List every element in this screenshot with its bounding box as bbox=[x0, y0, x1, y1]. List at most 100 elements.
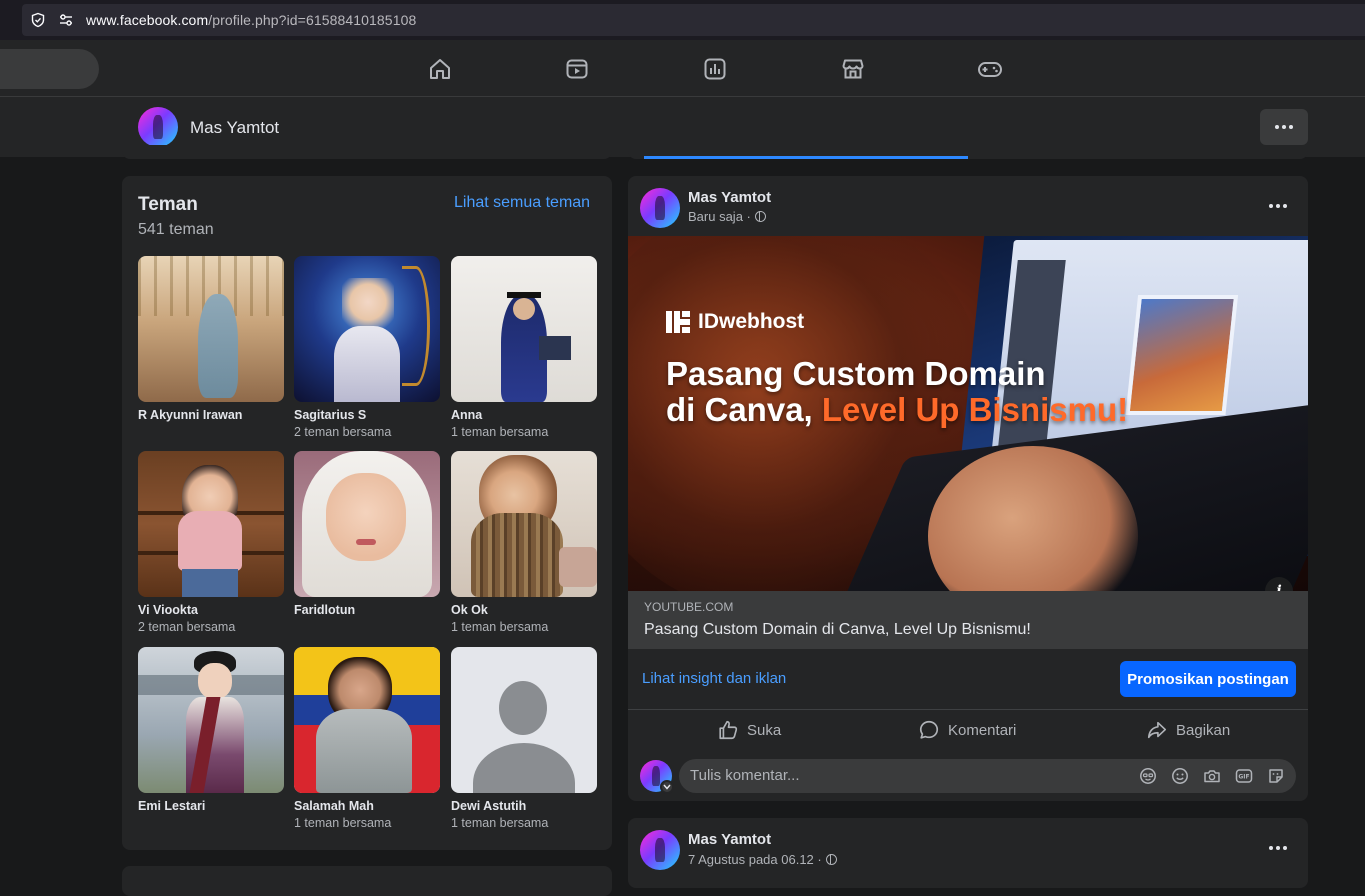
post-author-name[interactable]: Mas Yamtot bbox=[688, 189, 771, 206]
friend-photo[interactable] bbox=[451, 256, 597, 402]
friend-tile[interactable]: Ok Ok 1 teman bersama bbox=[451, 451, 597, 634]
intro-card-bottom bbox=[122, 145, 612, 159]
friend-mutual: 1 teman bersama bbox=[451, 816, 549, 830]
post-divider bbox=[628, 709, 1308, 710]
like-button[interactable]: Suka bbox=[717, 716, 781, 744]
video-icon[interactable] bbox=[564, 56, 590, 82]
friend-name[interactable]: Dewi Astutih bbox=[451, 799, 597, 813]
active-tab-indicator bbox=[644, 156, 968, 159]
profile-more-button[interactable] bbox=[1260, 109, 1308, 145]
link-title[interactable]: Pasang Custom Domain di Canva, Level Up … bbox=[644, 621, 1031, 639]
friend-name[interactable]: Faridlotun bbox=[294, 603, 440, 617]
friend-name[interactable]: Salamah Mah bbox=[294, 799, 440, 813]
url-domain: www.facebook.com bbox=[86, 12, 209, 28]
see-all-friends-link[interactable]: Lihat semua teman bbox=[454, 194, 590, 212]
friend-photo[interactable] bbox=[294, 256, 440, 402]
friends-title[interactable]: Teman bbox=[138, 194, 198, 216]
post2-options-button[interactable] bbox=[1260, 830, 1296, 866]
friend-tile[interactable]: Salamah Mah 1 teman bersama bbox=[294, 647, 440, 830]
friend-tile[interactable]: R Akyunni Irawan bbox=[138, 256, 284, 422]
idwebhost-logo-icon bbox=[666, 311, 690, 333]
chevron-down-icon[interactable] bbox=[660, 780, 674, 794]
home-icon[interactable] bbox=[427, 56, 453, 82]
more-dots-icon bbox=[1275, 125, 1293, 129]
marketplace-icon[interactable] bbox=[840, 56, 866, 82]
photos-card-top bbox=[122, 866, 612, 896]
camera-icon[interactable] bbox=[1203, 767, 1221, 785]
url-text[interactable]: www.facebook.com/profile.php?id=61588410… bbox=[86, 12, 416, 28]
friend-name[interactable]: Anna bbox=[451, 408, 597, 422]
more-dots-icon bbox=[1269, 204, 1287, 208]
friend-name[interactable]: Ok Ok bbox=[451, 603, 597, 617]
comment-placeholder: Tulis komentar... bbox=[690, 767, 800, 784]
friend-mutual: 2 teman bersama bbox=[294, 425, 392, 439]
friend-name[interactable]: Sagitarius S bbox=[294, 408, 440, 422]
sticker-icon[interactable] bbox=[1267, 767, 1285, 785]
friend-name[interactable]: Vi Viookta bbox=[138, 603, 284, 617]
post-options-button[interactable] bbox=[1260, 188, 1296, 224]
facebook-top-nav bbox=[0, 40, 1365, 97]
globe-icon bbox=[754, 211, 766, 222]
comment-icon bbox=[919, 720, 939, 739]
image-headline: Pasang Custom Domain di Canva, Level Up … bbox=[666, 356, 1128, 428]
friend-photo[interactable] bbox=[451, 451, 597, 597]
image-headline-line1: Pasang Custom Domain bbox=[666, 355, 1046, 392]
like-label: Suka bbox=[747, 721, 782, 739]
post-meta: Baru saja · bbox=[688, 209, 766, 224]
image-headline-highlight: Level Up Bisnismu! bbox=[821, 391, 1129, 428]
image-headline-line2: di Canva, bbox=[666, 391, 822, 428]
more-dots-icon bbox=[1269, 846, 1287, 850]
friend-name[interactable]: R Akyunni Irawan bbox=[138, 408, 284, 422]
address-bar[interactable]: www.facebook.com/profile.php?id=61588410… bbox=[22, 4, 1365, 36]
default-avatar-icon bbox=[451, 647, 597, 793]
share-label: Bagikan bbox=[1176, 721, 1231, 739]
view-insights-link[interactable]: Lihat insight dan iklan bbox=[642, 670, 786, 687]
post2-time[interactable]: 7 Agustus pada 06.12 · bbox=[688, 852, 822, 867]
friend-photo[interactable] bbox=[138, 256, 284, 402]
shield-icon[interactable] bbox=[30, 12, 46, 28]
comment-input[interactable]: Tulis komentar... GIF bbox=[679, 759, 1296, 793]
friend-tile[interactable]: Vi Viookta 2 teman bersama bbox=[138, 451, 284, 634]
post-author-avatar[interactable] bbox=[640, 188, 680, 228]
profile-avatar[interactable] bbox=[138, 107, 178, 147]
like-icon bbox=[719, 720, 738, 740]
avatar-sticker-icon[interactable] bbox=[1139, 767, 1157, 785]
friend-photo[interactable] bbox=[138, 647, 284, 793]
gaming-icon[interactable] bbox=[977, 56, 1003, 82]
comment-button[interactable]: Komentari bbox=[918, 716, 1016, 744]
promote-post-button[interactable]: Promosikan postingan bbox=[1120, 661, 1296, 697]
friend-photo[interactable] bbox=[294, 451, 440, 597]
friends-count: 541 teman bbox=[138, 221, 214, 238]
globe-icon bbox=[825, 854, 837, 865]
friend-mutual: 1 teman bersama bbox=[294, 816, 392, 830]
friend-tile[interactable]: Emi Lestari bbox=[138, 647, 284, 813]
post2-author-name[interactable]: Mas Yamtot bbox=[688, 831, 771, 848]
post-link-image[interactable]: IDwebhost Pasang Custom Domain di Canva,… bbox=[628, 236, 1308, 591]
friend-photo[interactable] bbox=[138, 451, 284, 597]
friend-tile[interactable]: Anna 1 teman bersama bbox=[451, 256, 597, 439]
friend-tile[interactable]: Dewi Astutih 1 teman bersama bbox=[451, 647, 597, 830]
gif-icon[interactable]: GIF bbox=[1235, 767, 1253, 785]
friend-name[interactable]: Emi Lestari bbox=[138, 799, 284, 813]
link-domain: YOUTUBE.COM bbox=[644, 600, 734, 614]
search-input[interactable] bbox=[0, 49, 99, 89]
post-time[interactable]: Baru saja · bbox=[688, 209, 751, 224]
idwebhost-logo: IDwebhost bbox=[666, 310, 804, 334]
friend-photo[interactable] bbox=[451, 647, 597, 793]
friend-tile[interactable]: Faridlotun bbox=[294, 451, 440, 617]
profile-name[interactable]: Mas Yamtot bbox=[190, 118, 279, 138]
friend-tile[interactable]: Sagitarius S 2 teman bersama bbox=[294, 256, 440, 439]
site-permissions-icon[interactable] bbox=[58, 12, 74, 28]
friend-photo[interactable] bbox=[294, 647, 440, 793]
idwebhost-logo-text: IDwebhost bbox=[698, 310, 805, 333]
share-icon bbox=[1147, 721, 1167, 739]
browser-toolbar: www.facebook.com/profile.php?id=61588410… bbox=[0, 0, 1365, 40]
post2-author-avatar[interactable] bbox=[640, 830, 680, 870]
emoji-icon[interactable] bbox=[1171, 767, 1189, 785]
share-button[interactable]: Bagikan bbox=[1146, 716, 1230, 744]
comment-label: Komentari bbox=[948, 721, 1017, 739]
friend-mutual: 1 teman bersama bbox=[451, 620, 549, 634]
friend-mutual: 1 teman bersama bbox=[451, 425, 549, 439]
url-path: /profile.php?id=61588410185108 bbox=[208, 12, 417, 28]
feeds-icon[interactable] bbox=[702, 56, 728, 82]
